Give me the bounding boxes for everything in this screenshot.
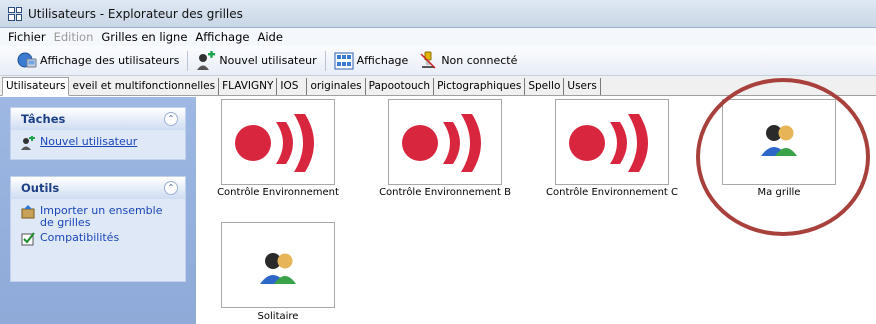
tools-panel: Outils ⌃ Importer un ensemble de grilles… — [10, 176, 186, 282]
tab-flavigny[interactable]: FLAVIGNY — [219, 78, 278, 95]
users-icon — [260, 253, 296, 284]
grid-thumbnail[interactable] — [388, 99, 502, 185]
compatibility-label: Compatibilités — [40, 231, 120, 244]
grid-label: Contrôle Environnement — [217, 187, 339, 198]
grid-thumbnail[interactable] — [555, 99, 669, 185]
tab-papootouch[interactable]: Papootouch — [366, 78, 435, 95]
tab-originales[interactable]: originales — [307, 78, 366, 95]
compatibility-link[interactable]: Compatibilités — [21, 232, 175, 246]
app-grid-icon — [8, 6, 22, 21]
import-grids-label: Importer un ensemble de grilles — [40, 204, 163, 229]
collapse-chevron-icon[interactable]: ⌃ — [164, 181, 178, 195]
tab-ios[interactable]: IOS — [277, 78, 308, 95]
tools-panel-header[interactable]: Outils ⌃ — [11, 177, 185, 199]
toolbar-separator — [187, 50, 189, 71]
menu-bar: Fichier Edition Grilles en ligne Afficha… — [0, 28, 876, 46]
tasks-panel-title: Tâches — [21, 112, 66, 126]
grid-thumbnail[interactable] — [221, 99, 335, 185]
speaker-waves-icon — [235, 114, 314, 172]
tab-spello[interactable]: Spello — [525, 78, 565, 95]
collapse-chevron-icon[interactable]: ⌃ — [164, 112, 178, 126]
menu-aide[interactable]: Aide — [253, 30, 286, 44]
checklist-icon — [21, 232, 35, 246]
speaker-waves-icon — [569, 114, 648, 172]
task-sidebar: Tâches ⌃ Nouvel utilisateur Outils ⌃ Imp… — [0, 97, 196, 324]
display-label: Affichage — [356, 54, 409, 67]
connection-status-button[interactable]: Non connecté — [413, 49, 522, 73]
import-package-icon — [21, 205, 35, 219]
menu-edition[interactable]: Edition — [50, 30, 98, 44]
grid-label: Solitaire — [257, 311, 299, 322]
highlight-ring — [696, 78, 870, 236]
toolbar-separator — [324, 50, 326, 71]
tasks-panel-header[interactable]: Tâches ⌃ — [11, 108, 185, 130]
show-users-label: Affichage des utilisateurs — [40, 54, 180, 67]
new-user-button[interactable]: Nouvel utilisateur — [191, 49, 321, 73]
connection-status-label: Non connecté — [441, 54, 518, 67]
title-bar: Utilisateurs - Explorateur des grilles — [0, 0, 876, 28]
new-user-label: Nouvel utilisateur — [219, 54, 317, 67]
add-user-icon — [21, 135, 35, 150]
tasks-panel: Tâches ⌃ Nouvel utilisateur — [10, 107, 186, 160]
menu-affichage[interactable]: Affichage — [191, 30, 253, 44]
tab-users[interactable]: Users — [564, 78, 601, 95]
tab-utilisateurs[interactable]: Utilisateurs — [2, 77, 70, 96]
menu-grilles-en-ligne[interactable]: Grilles en ligne — [97, 30, 191, 44]
grid-thumbnail[interactable] — [221, 222, 335, 308]
import-grids-link[interactable]: Importer un ensemble de grilles — [21, 205, 175, 229]
tab-eveil[interactable]: eveil et multifonctionnelles — [69, 78, 220, 95]
view-grid-icon — [334, 51, 354, 71]
show-users-button[interactable]: Affichage des utilisateurs — [12, 49, 184, 73]
display-button[interactable]: Affichage — [329, 49, 414, 73]
grid-label: Contrôle Environnement B — [379, 187, 511, 198]
speaker-waves-icon — [402, 114, 481, 172]
add-user-icon — [196, 50, 216, 71]
grid-label: Contrôle Environnement C — [546, 187, 678, 198]
tools-panel-title: Outils — [21, 181, 60, 195]
menu-fichier[interactable]: Fichier — [4, 30, 50, 44]
disconnected-plug-icon — [418, 51, 438, 71]
new-user-link[interactable]: Nouvel utilisateur — [21, 135, 175, 150]
new-user-link-label: Nouvel utilisateur — [40, 135, 138, 148]
window-title: Utilisateurs - Explorateur des grilles — [28, 6, 243, 21]
users-monitor-icon — [17, 51, 37, 71]
tab-pictographiques[interactable]: Pictographiques — [434, 78, 526, 95]
toolbar: Affichage des utilisateurs Nouvel utilis… — [0, 46, 876, 76]
